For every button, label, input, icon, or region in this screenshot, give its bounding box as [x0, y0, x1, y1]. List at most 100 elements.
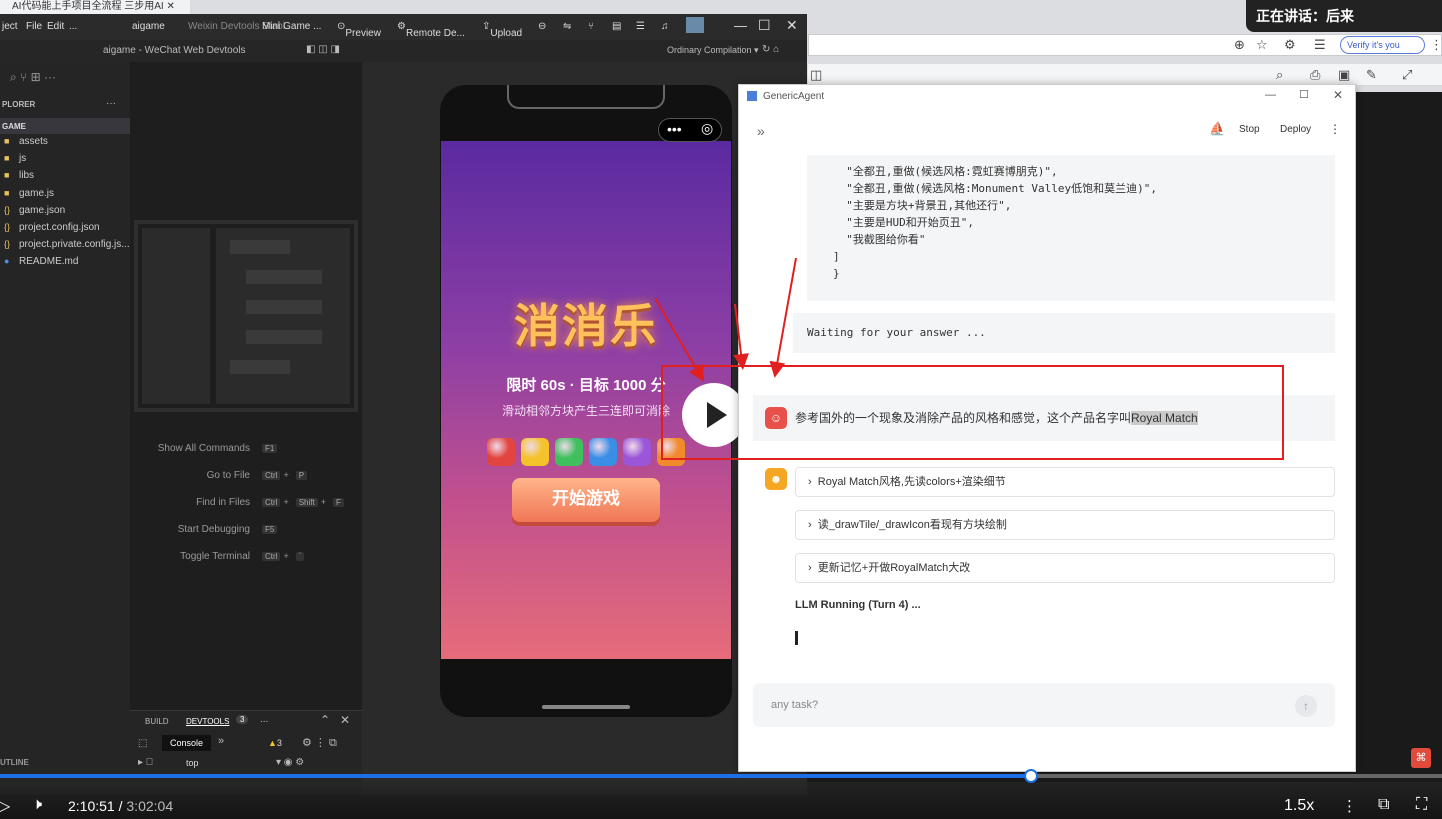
- play-pause-icon[interactable]: ▷: [0, 796, 10, 816]
- expand-sidebar-icon[interactable]: »: [757, 123, 765, 139]
- maximize-icon[interactable]: ☐: [758, 17, 771, 34]
- star-icon[interactable]: ☆: [1256, 37, 1268, 53]
- command-keys: Ctrl + Shift + F: [258, 497, 344, 508]
- current-time: 2:10:51: [68, 798, 115, 814]
- file-item[interactable]: ■ assets: [4, 136, 48, 147]
- menu-file[interactable]: File: [26, 21, 42, 32]
- step-item-3[interactable]: › 更新记忆+开做RoyalMatch大改: [795, 553, 1335, 583]
- bell-icon[interactable]: ♫: [661, 21, 669, 32]
- close-icon[interactable]: ✕: [786, 17, 798, 34]
- eye-icon[interactable]: ▾ ◉ ⚙: [276, 757, 304, 768]
- layout-toggle-icon[interactable]: ◧ ◫ ◨: [306, 44, 340, 55]
- volume-icon[interactable]: 🕨: [32, 796, 42, 814]
- agent-close-icon[interactable]: ✕: [1333, 88, 1343, 102]
- capsule-close-icon[interactable]: ◎: [701, 120, 713, 137]
- sidebar-icon[interactable]: ◫: [810, 67, 822, 83]
- preview-button[interactable]: ⊙ Preview: [337, 21, 381, 39]
- pip-icon[interactable]: ⧉: [1378, 796, 1389, 814]
- compile-mode-select[interactable]: Ordinary Compilation ▾: [667, 45, 759, 56]
- edit-icon[interactable]: ✎: [1366, 67, 1377, 83]
- command-keys: F5: [258, 524, 278, 535]
- toolbar-icon-b[interactable]: ⇋: [563, 21, 571, 32]
- key-label: +: [283, 497, 289, 507]
- key-label: P: [295, 471, 308, 480]
- step-item-1[interactable]: › Royal Match风格,先读colors+渲染细节: [795, 467, 1335, 497]
- minimize-icon[interactable]: —: [734, 18, 747, 33]
- pdf-icon[interactable]: ⌘: [1411, 748, 1431, 768]
- file-item[interactable]: {} project.private.config.js...: [4, 239, 130, 250]
- tab-devtools[interactable]: DEVTOOLS: [186, 717, 229, 726]
- save-icon[interactable]: ▣: [1338, 67, 1350, 83]
- menu-edit[interactable]: Edit: [47, 21, 64, 32]
- panel-close-icon[interactable]: ✕: [340, 713, 350, 727]
- command-hint: Go to File: [130, 470, 250, 481]
- outline-label[interactable]: UTLINE: [0, 758, 29, 767]
- sidebar-toggle-icon[interactable]: ▸ ⃠: [138, 757, 153, 768]
- verify-profile-button[interactable]: Verify it's you: [1340, 36, 1425, 54]
- bottom-more[interactable]: ...: [260, 714, 268, 725]
- layout-icon[interactable]: ▤: [612, 21, 621, 32]
- agent-maximize-icon[interactable]: ☐: [1299, 88, 1309, 101]
- activity-icons[interactable]: ⌕ ⑂ ⊞ ···: [10, 70, 56, 85]
- file-item[interactable]: ● README.md: [4, 256, 78, 267]
- upload-label: Upload: [490, 28, 523, 39]
- key-label: F: [333, 498, 344, 507]
- favorites-icon[interactable]: ☰: [1314, 37, 1326, 53]
- branch-icon[interactable]: ⑂: [588, 21, 594, 32]
- file-item[interactable]: {} project.config.json: [4, 222, 100, 233]
- code-line: "全都丑,重做(候选风格:Monument Valley低饱和莫兰迪)",: [833, 182, 1157, 195]
- inspect-icon[interactable]: ⬚: [138, 738, 147, 749]
- file-item[interactable]: ■ libs: [4, 170, 34, 181]
- menu-more[interactable]: ...: [69, 21, 77, 32]
- file-item[interactable]: ■ js: [4, 153, 26, 164]
- video-time: 2:10:51 / 3:02:04: [68, 798, 174, 814]
- upload-button[interactable]: ⇪ Upload: [482, 21, 522, 39]
- extension-icon[interactable]: ⚙: [1284, 37, 1296, 53]
- more-icon[interactable]: ⋮: [1430, 37, 1442, 53]
- project-row[interactable]: GAME: [0, 118, 130, 134]
- start-game-button[interactable]: 开始游戏: [512, 478, 660, 522]
- project-label: GAME: [2, 122, 26, 131]
- search-icon[interactable]: ⌕: [1276, 67, 1283, 83]
- code-output: "全都丑,重做(候选风格:霓虹赛博朋克)", "全都丑,重做(候选风格:Monu…: [807, 155, 1335, 301]
- project-name[interactable]: aigame: [132, 21, 165, 32]
- menu-icon[interactable]: ☰: [636, 21, 645, 32]
- video-scrubber[interactable]: [1024, 769, 1039, 783]
- more-tabs-icon[interactable]: »: [218, 735, 224, 747]
- zoom-icon[interactable]: ⊕: [1234, 37, 1245, 53]
- video-more-icon[interactable]: ⋮: [1342, 797, 1357, 815]
- deploy-button[interactable]: Deploy: [1280, 124, 1311, 135]
- tab-build[interactable]: BUILD: [145, 717, 169, 726]
- mode-select[interactable]: Mini Game ...: [262, 21, 321, 32]
- file-item[interactable]: ■ game.js: [4, 188, 54, 199]
- command-label: Start Debugging: [177, 524, 250, 535]
- explorer-more-icon[interactable]: ···: [106, 98, 116, 109]
- file-name: project.config.json: [19, 222, 100, 233]
- refresh-icon[interactable]: ↻ ⌂: [762, 44, 779, 55]
- playback-speed[interactable]: 1.5x: [1284, 797, 1314, 815]
- browser-tab[interactable]: AI代码能上手项目全流程 三步用AI ✕: [0, 0, 190, 14]
- avatar[interactable]: [686, 17, 704, 33]
- collapse-icon[interactable]: ⌃: [320, 713, 330, 727]
- console-tab[interactable]: Console: [162, 735, 212, 751]
- toolbar-icon-a[interactable]: ⊖: [538, 21, 546, 32]
- mini-program-capsule[interactable]: ••• ◎: [658, 118, 722, 142]
- stop-button[interactable]: Stop: [1239, 124, 1260, 135]
- key-label: `: [295, 552, 305, 561]
- agent-minimize-icon[interactable]: —: [1265, 89, 1276, 101]
- menu-project[interactable]: ject: [2, 21, 18, 32]
- expand-icon[interactable]: ⤢: [1402, 67, 1412, 83]
- total-time: 3:02:04: [126, 798, 174, 814]
- task-input[interactable]: any task?: [753, 683, 1335, 727]
- print-icon[interactable]: ⎙: [1310, 67, 1320, 83]
- fullscreen-icon[interactable]: ⛶: [1416, 796, 1427, 814]
- capsule-more-icon[interactable]: •••: [667, 121, 682, 137]
- agent-menu-icon[interactable]: ⋮: [1329, 122, 1341, 136]
- remote-debug-button[interactable]: ⚙ Remote De...: [397, 21, 465, 39]
- send-icon[interactable]: ↑: [1295, 695, 1317, 717]
- warning-icon: ▲3: [268, 738, 282, 748]
- context-select[interactable]: top: [186, 758, 199, 768]
- file-item[interactable]: {} game.json: [4, 205, 65, 216]
- step-item-2[interactable]: › 读_drawTile/_drawIcon看现有方块绘制: [795, 510, 1335, 540]
- settings-icon[interactable]: ⚙ ⋮ ⧉: [302, 736, 337, 750]
